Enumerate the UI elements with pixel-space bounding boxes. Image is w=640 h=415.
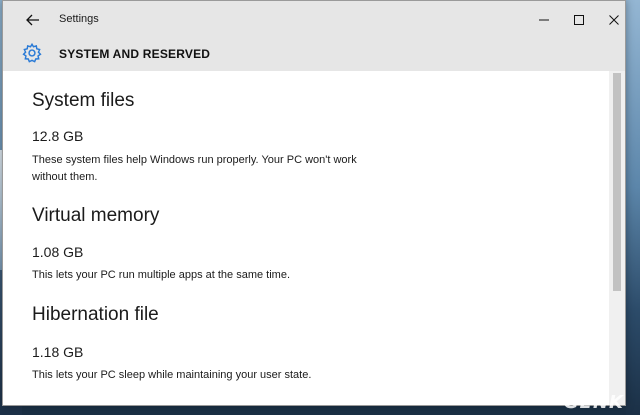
- maximize-button[interactable]: [564, 7, 594, 33]
- page-title: SYSTEM AND RESERVED: [59, 47, 211, 61]
- wallpaper-edge: [626, 0, 640, 415]
- description-hibernation-file: This lets your PC sleep while maintainin…: [32, 369, 312, 381]
- page-header: SYSTEM AND RESERVED: [3, 39, 625, 71]
- vertical-scrollbar[interactable]: [609, 71, 625, 405]
- section-heading-hibernation-file: Hibernation file: [32, 304, 159, 325]
- description-system-files: These system files help Windows run prop…: [32, 154, 357, 183]
- gear-icon: [22, 42, 42, 63]
- close-button[interactable]: [599, 7, 625, 33]
- title-bar: Settings: [3, 1, 625, 39]
- watermark: GENK: [563, 392, 624, 413]
- size-value-system-files: 12.8 GB: [32, 128, 84, 144]
- section-heading-virtual-memory: Virtual memory: [32, 205, 160, 226]
- content-area: System files 12.8 GB These system files …: [3, 71, 609, 405]
- description-virtual-memory: This lets your PC run multiple apps at t…: [32, 269, 290, 281]
- close-icon: [609, 15, 619, 25]
- minimize-button[interactable]: [529, 7, 559, 33]
- size-value-virtual-memory: 1.08 GB: [32, 244, 84, 260]
- back-arrow-icon: [26, 14, 39, 26]
- maximize-icon: [574, 15, 584, 25]
- minimize-icon: [539, 19, 549, 21]
- app-title: Settings: [59, 13, 99, 25]
- scrollbar-thumb[interactable]: [613, 73, 621, 291]
- settings-window: Settings SYSTEM AND RESERVED System file…: [2, 0, 626, 406]
- size-value-hibernation-file: 1.18 GB: [32, 344, 84, 360]
- back-button[interactable]: [21, 9, 45, 31]
- section-heading-system-files: System files: [32, 90, 135, 111]
